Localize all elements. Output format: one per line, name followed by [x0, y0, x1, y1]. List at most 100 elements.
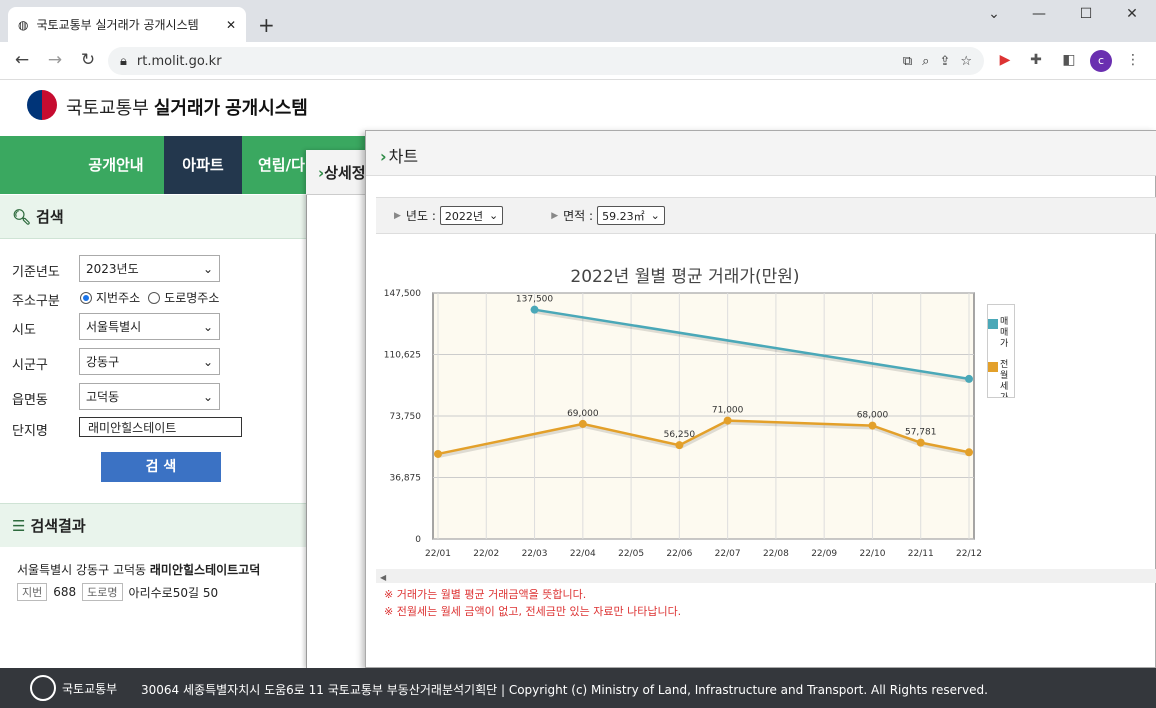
search-heading: 검색 — [36, 208, 64, 226]
jibun-value: 688 — [53, 585, 77, 599]
sigungu-select-value: 강동구 — [86, 355, 120, 369]
scroll-left-icon[interactable]: ◀ — [380, 573, 386, 582]
data-point — [723, 416, 732, 425]
x-tick-label: 22/09 — [811, 549, 837, 559]
nav-item-guide[interactable]: 공개안내 — [75, 136, 157, 194]
y-tick-label: 36,875 — [390, 474, 422, 484]
legend-swatch — [988, 362, 998, 372]
year-select[interactable]: 2023년도 ⌄ — [79, 255, 220, 282]
y-tick-label: 0 — [415, 535, 421, 545]
share-icon[interactable]: ⇪ — [939, 54, 950, 69]
detail-panel-header: ›상세정 — [306, 150, 366, 195]
site-title[interactable]: 국토교통부 실거래가 공개시스템 — [66, 94, 308, 120]
year-select-value: 2023년도 — [86, 262, 139, 276]
tab-search-icon[interactable]: ⌄ — [979, 6, 1009, 22]
results-panel-header: ☰ 검색결과 — [0, 503, 306, 547]
x-tick-label: 22/10 — [859, 549, 885, 559]
horizontal-scrollbar[interactable]: ◀ — [376, 569, 1156, 583]
legend-item-sale[interactable]: 매매가 — [988, 317, 1014, 350]
chart-year-select[interactable]: 2022년 ⌄ — [439, 206, 504, 225]
sido-label: 시도 — [12, 323, 36, 338]
new-tab-icon[interactable]: + — [258, 13, 275, 37]
road-value: 아리수로50길 50 — [128, 585, 219, 600]
x-tick-label: 22/03 — [522, 549, 548, 559]
back-icon[interactable]: ← — [10, 50, 34, 70]
data-point — [530, 305, 539, 314]
x-tick-label: 22/04 — [570, 549, 596, 559]
globe-icon: ◍ — [18, 17, 29, 32]
zoom-icon[interactable]: ⌕ — [922, 54, 929, 69]
radio-road-label[interactable]: 도로명주소 — [164, 289, 219, 306]
address-bar[interactable]: 🔒︎ rt.molit.go.kr ⧉ ⌕ ⇪ ☆ — [108, 47, 984, 75]
radio-jibun[interactable] — [80, 291, 92, 304]
maximize-icon[interactable]: ☐ — [1071, 6, 1101, 22]
result-address[interactable]: 서울특별시 강동구 고덕동 래미안힐스테이트고덕 — [17, 561, 260, 578]
footer-logo — [30, 675, 56, 701]
chevron-down-icon: ⌄ — [202, 354, 213, 369]
url-text: rt.molit.go.kr — [136, 53, 222, 69]
data-point — [578, 419, 587, 428]
chevron-down-icon: ⌄ — [202, 261, 213, 276]
radio-jibun-label[interactable]: 지번주소 — [96, 289, 140, 306]
sidepanel-icon[interactable]: ◧ — [1058, 52, 1080, 68]
puzzle-icon[interactable]: ✚ — [1025, 52, 1047, 68]
close-tab-icon[interactable]: ✕ — [226, 18, 236, 32]
chart-area-label: 면적 : — [563, 209, 594, 223]
nav-item-apartment[interactable]: 아파트 — [164, 136, 242, 194]
close-window-icon[interactable]: ✕ — [1117, 6, 1147, 22]
radio-road[interactable] — [148, 291, 161, 304]
x-tick-label: 22/08 — [763, 549, 789, 559]
complex-input[interactable]: 래미안힐스테이트 — [79, 417, 242, 437]
menu-icon[interactable]: ⋮ — [1122, 52, 1144, 68]
chart-area-value: 59.23㎡ — [602, 209, 645, 223]
result-address-detail: 지번 688 도로명 아리수로50길 50 — [17, 583, 218, 601]
result-region: 서울특별시 강동구 고덕동 — [17, 563, 150, 577]
molit-logo[interactable] — [27, 90, 57, 120]
search-icon: 🔍︎ — [12, 207, 32, 226]
bookmark-star-icon[interactable]: ☆ — [960, 54, 972, 69]
complex-label: 단지명 — [12, 424, 48, 439]
sigungu-select[interactable]: 강동구 ⌄ — [79, 348, 220, 375]
footer-address: 30064 세종특별자치시 도움6로 11 국토교통부 부동산거래분석기획단 |… — [141, 683, 988, 697]
forward-icon[interactable]: → — [43, 50, 67, 70]
address-type-label: 주소구분 — [12, 294, 60, 309]
jibun-tag: 지번 — [17, 583, 48, 601]
browser-tab[interactable]: ◍ 국토교통부 실거래가 공개시스템 ✕ — [8, 7, 246, 42]
dong-select[interactable]: 고덕동 ⌄ — [79, 383, 220, 410]
chart-note-2: ※ 전월세는 월세 금액이 없고, 전세금만 있는 자료만 나타납니다. — [384, 605, 682, 618]
result-complex-name: 래미안힐스테이트고덕 — [149, 563, 261, 577]
legend-swatch — [988, 319, 998, 329]
bullet-icon: ▶ — [551, 210, 559, 221]
data-point — [965, 448, 973, 457]
chart-note-1: ※ 거래가는 월별 평균 거래금액을 뜻합니다. — [384, 588, 587, 601]
x-tick-label: 22/12 — [956, 549, 982, 559]
sido-select[interactable]: 서울특별시 ⌄ — [79, 313, 220, 340]
data-point — [868, 421, 877, 430]
data-label: 71,000 — [712, 406, 744, 416]
chart-area-select[interactable]: 59.23㎡ ⌄ — [597, 206, 665, 225]
list-icon: ☰ — [12, 516, 26, 535]
chart-year-value: 2022년 — [444, 209, 483, 223]
detail-panel — [306, 150, 366, 668]
detail-heading: 상세정 — [324, 164, 366, 182]
reload-icon[interactable]: ↻ — [76, 50, 100, 70]
popup-blocked-icon[interactable]: ⧉ — [903, 54, 912, 69]
y-tick-label: 110,625 — [384, 351, 421, 361]
chart-filter-bar: ▶ 년도 : 2022년 ⌄ ▶ 면적 : 59.23㎡ ⌄ — [376, 197, 1156, 234]
search-button[interactable]: 검 색 — [101, 452, 221, 482]
x-tick-label: 22/05 — [618, 549, 644, 559]
data-point — [675, 441, 684, 450]
nav-item-villa[interactable]: 연립/다 — [248, 136, 310, 194]
profile-avatar[interactable]: c — [1090, 50, 1112, 72]
x-tick-label: 22/02 — [473, 549, 499, 559]
minimize-icon[interactable]: — — [1024, 6, 1054, 22]
legend-item-rent[interactable]: 전월세가 — [988, 360, 1014, 397]
chevron-down-icon: ⌄ — [202, 389, 213, 404]
data-point — [434, 449, 442, 458]
lock-icon: 🔒︎ — [120, 53, 127, 69]
extension-icon[interactable]: ▶ — [994, 52, 1016, 68]
x-tick-label: 22/06 — [666, 549, 692, 559]
x-tick-label: 22/11 — [908, 549, 934, 559]
x-tick-label: 22/01 — [425, 549, 451, 559]
system-name: 실거래가 공개시스템 — [153, 98, 308, 118]
